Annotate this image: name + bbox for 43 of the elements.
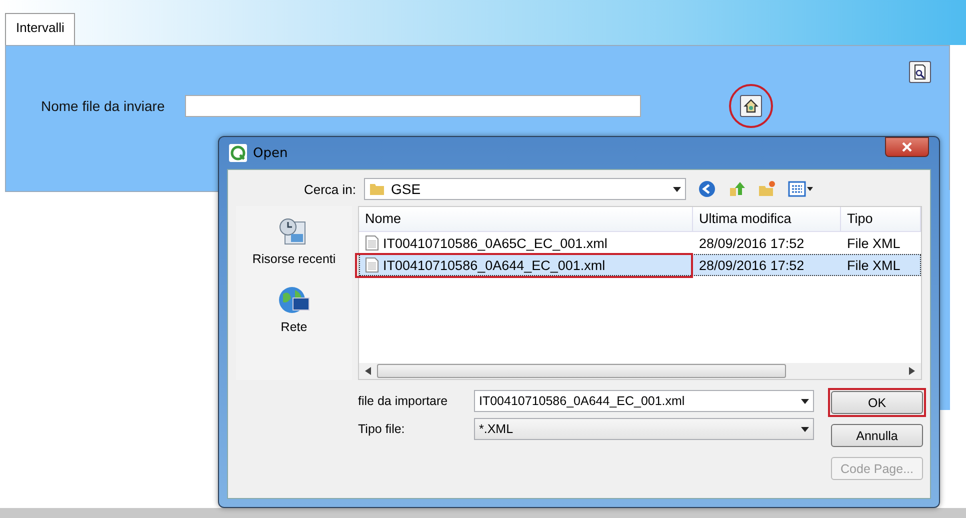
document-icon (365, 235, 379, 251)
back-icon[interactable] (698, 180, 716, 198)
new-folder-icon[interactable] (758, 180, 776, 198)
file-name-dropdown[interactable]: IT00410710586_0A644_EC_001.xml (474, 390, 814, 412)
type-text: File XML (847, 258, 900, 272)
file-type-dropdown[interactable]: *.XML (474, 418, 814, 440)
folder-icon (369, 181, 385, 197)
app-icon (229, 144, 247, 162)
folder-dropdown[interactable]: GSE (364, 178, 686, 200)
view-menu-icon[interactable] (788, 180, 814, 198)
file-name: IT00410710586_0A644_EC_001.xml (383, 258, 606, 272)
dialog-title: Open (253, 146, 288, 160)
place-item[interactable]: Rete (277, 284, 311, 334)
type-text: File XML (847, 236, 900, 250)
preview-button[interactable] (909, 61, 931, 83)
file-name: IT00410710586_0A65C_EC_001.xml (383, 236, 608, 250)
field-label: Nome file da inviare (41, 98, 166, 114)
column-header[interactable]: Tipo (841, 207, 921, 231)
field-label: Tipo file: (358, 422, 406, 436)
caret-icon (673, 186, 681, 192)
close-icon (902, 142, 912, 152)
date-text: 28/09/2016 17:52 (699, 258, 804, 272)
file-row[interactable]: IT00410710586_0A65C_EC_001.xml 28/09/2016 17:52 File XML (359, 232, 921, 254)
column-header[interactable]: Ultima modifica (693, 207, 841, 231)
place-item[interactable]: Risorse recenti (252, 216, 336, 266)
caret-icon (801, 426, 809, 432)
dialog-button[interactable]: OK (831, 391, 923, 414)
close-button[interactable] (885, 137, 929, 157)
caret-icon (801, 398, 809, 404)
field-label: file da importare (358, 394, 449, 408)
dialog-button[interactable]: Annulla (831, 424, 923, 447)
document-search-icon (912, 64, 928, 80)
input-field[interactable] (185, 95, 641, 117)
browse-button[interactable] (740, 95, 762, 117)
date-text: 28/09/2016 17:52 (699, 236, 804, 250)
horizontal-scrollbar[interactable] (359, 363, 921, 379)
scroll-right-icon[interactable] (909, 367, 915, 375)
house-icon (743, 98, 759, 114)
column-header[interactable]: Nome (359, 207, 693, 231)
tab[interactable]: Intervalli (5, 13, 76, 45)
field-label: Cerca in: (302, 182, 356, 196)
scroll-left-icon[interactable] (365, 367, 371, 375)
document-icon (365, 257, 379, 273)
